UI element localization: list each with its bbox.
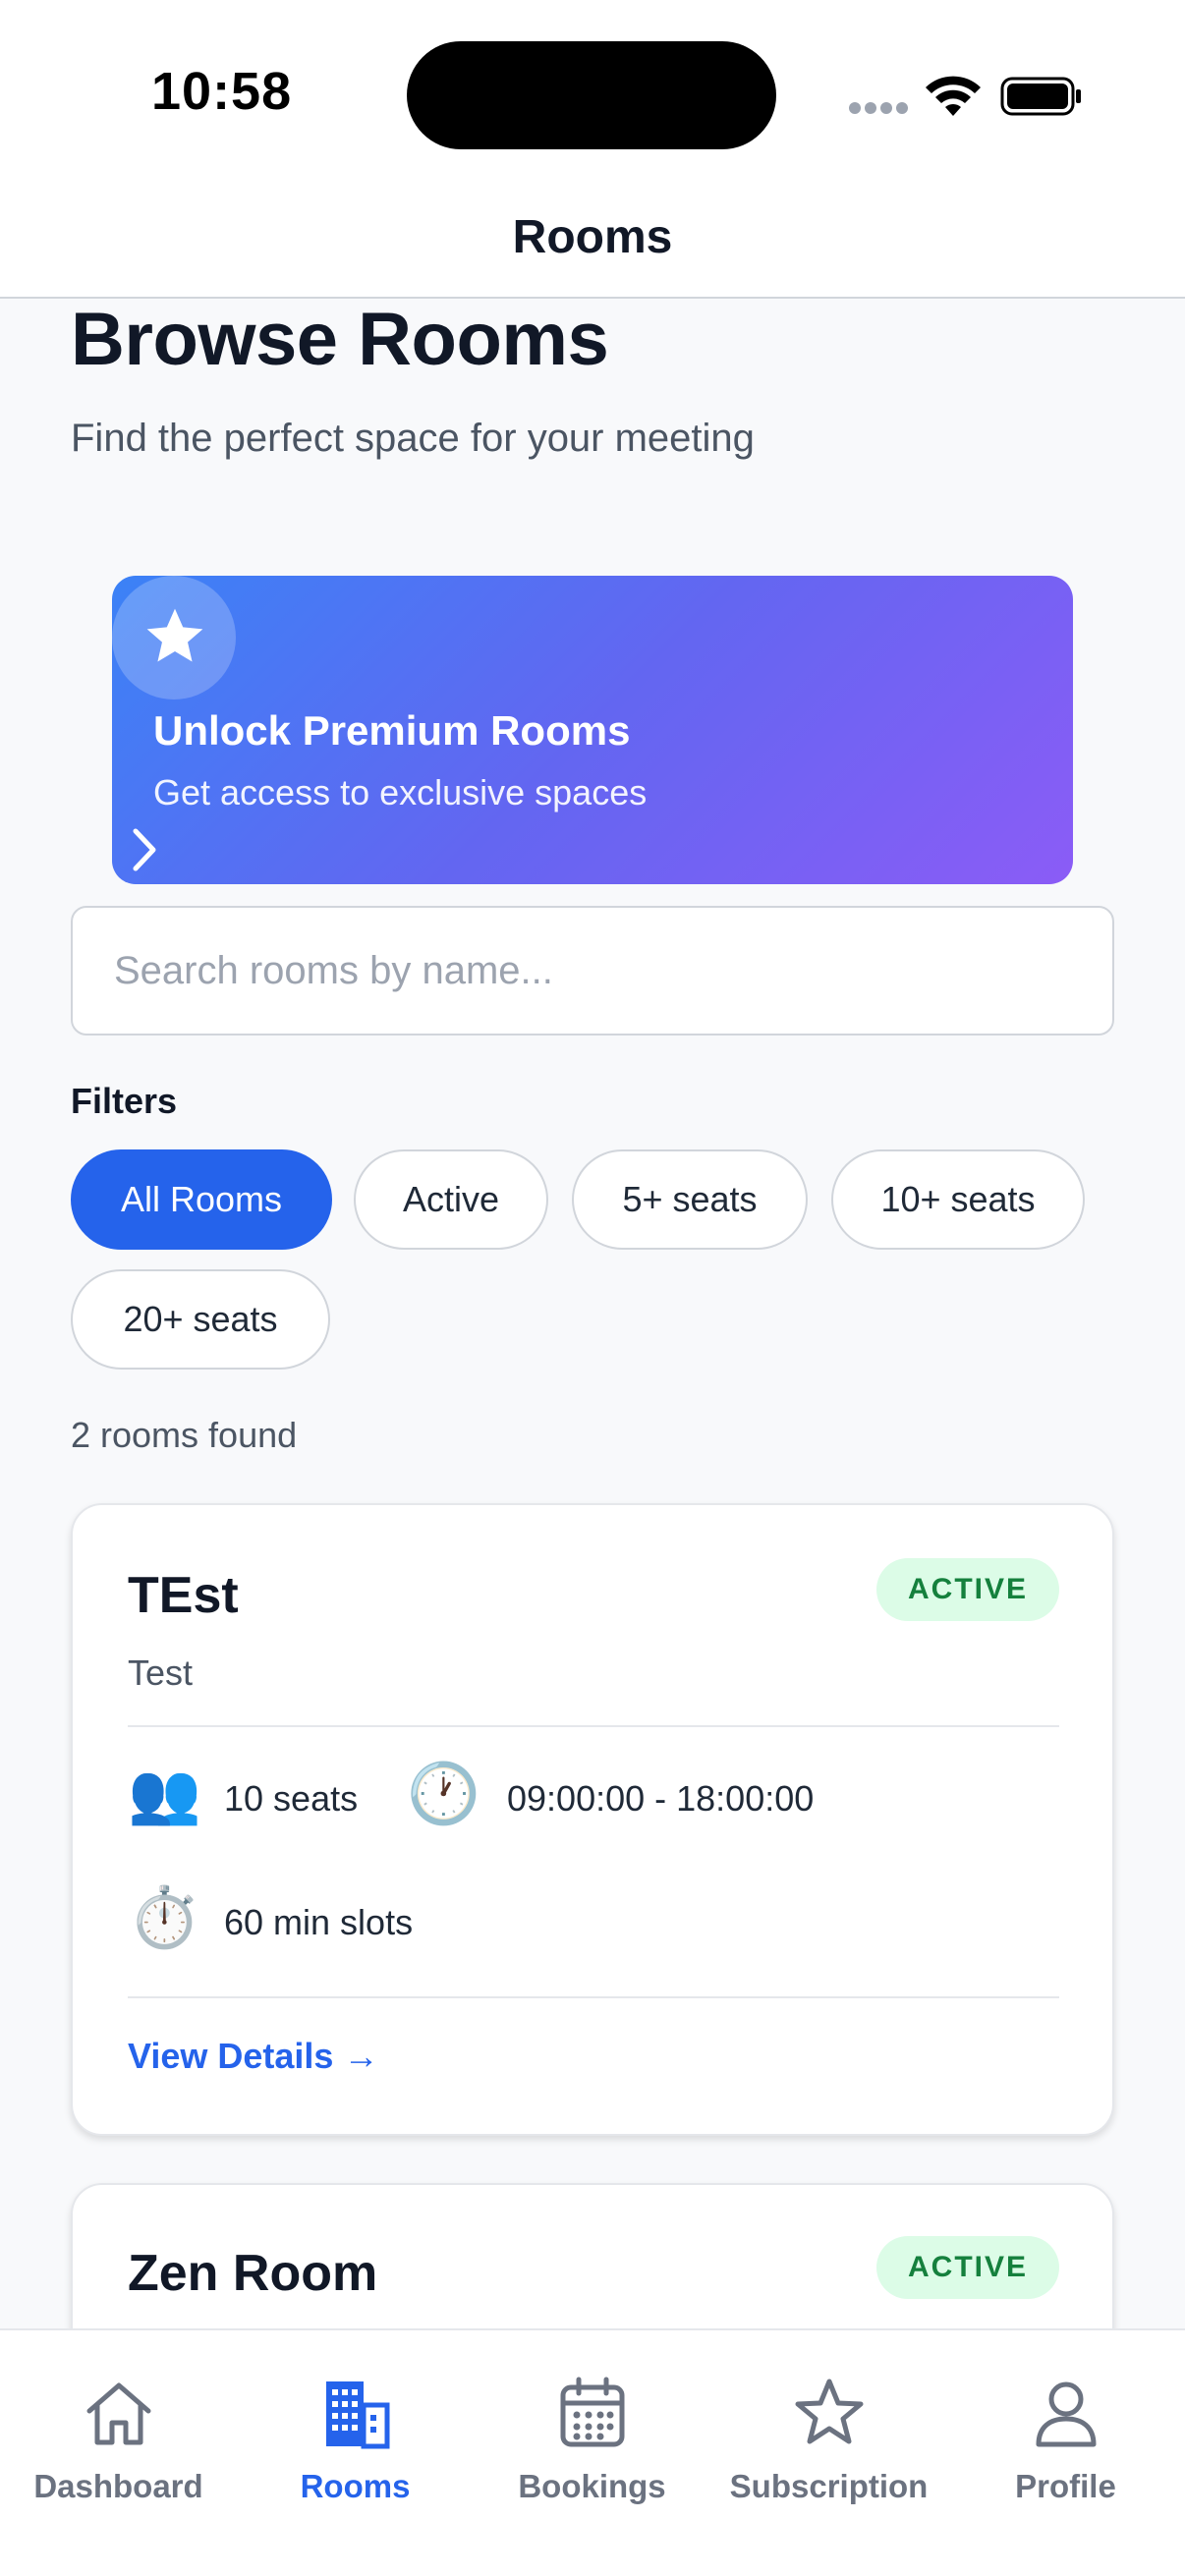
view-details-link[interactable]: View Details →: [128, 2036, 378, 2077]
filter-chip-all-rooms[interactable]: All Rooms: [71, 1149, 332, 1250]
tab-rooms[interactable]: Rooms: [237, 2330, 474, 2527]
filters-label: Filters: [71, 1081, 178, 1121]
calendar-icon: [560, 2377, 624, 2447]
rooms-count: 2 rooms found: [71, 1415, 298, 1455]
filter-chip-10-seats[interactable]: 10+ seats: [831, 1149, 1085, 1250]
clock-icon: 🕐: [407, 1761, 480, 1826]
premium-title: Unlock Premium Rooms: [153, 707, 631, 754]
tab-label: Profile: [1015, 2468, 1116, 2504]
cellular-signal-icon: [849, 102, 908, 116]
person-icon: [1036, 2381, 1096, 2447]
status-bar: 10:58: [0, 0, 1185, 177]
navigation-bar: Rooms: [0, 177, 1185, 299]
status-badge: ACTIVE: [875, 1558, 1059, 1621]
divider: [128, 1996, 1059, 1998]
tab-dashboard[interactable]: Dashboard: [0, 2330, 237, 2527]
battery-icon: [1000, 77, 1081, 116]
search-input[interactable]: [71, 906, 1114, 1036]
room-seats: 10 seats: [224, 1778, 359, 1819]
tab-subscription[interactable]: Subscription: [710, 2330, 947, 2527]
tab-label: Subscription: [729, 2468, 929, 2504]
page-title: Browse Rooms: [71, 298, 609, 381]
room-name: TEst: [128, 1567, 239, 1624]
filter-chip-20-seats[interactable]: 20+ seats: [71, 1269, 330, 1370]
stopwatch-icon: ⏱️: [128, 1884, 201, 1950]
tab-bookings[interactable]: Bookings: [474, 2330, 710, 2527]
house-icon: [86, 2382, 150, 2445]
nav-title: Rooms: [512, 211, 673, 263]
room-slots: 60 min slots: [224, 1902, 414, 1942]
premium-banner[interactable]: Unlock Premium Rooms Get access to exclu…: [112, 576, 1073, 884]
filter-chip-5-seats[interactable]: 5+ seats: [572, 1149, 808, 1250]
room-description: Test: [128, 1652, 194, 1693]
status-time: 10:58: [151, 62, 293, 121]
room-name: Zen Room: [128, 2245, 378, 2302]
tab-label: Rooms: [300, 2468, 411, 2504]
star-badge: [112, 576, 236, 700]
page-subtitle: Find the perfect space for your meeting: [71, 417, 755, 460]
building-icon: [325, 2381, 389, 2449]
star-icon: [146, 608, 203, 662]
status-badge: ACTIVE: [875, 2236, 1059, 2299]
people-icon: 👥: [128, 1761, 201, 1826]
divider: [128, 1725, 1059, 1727]
room-card[interactable]: TEst ACTIVE Test 👥 10 seats 🕐 09:00:00 -…: [71, 1503, 1114, 2136]
dynamic-island: [407, 41, 776, 149]
tab-label: Bookings: [518, 2468, 666, 2504]
wifi-icon: [926, 76, 981, 116]
room-hours: 09:00:00 - 18:00:00: [507, 1778, 815, 1819]
tab-label: Dashboard: [33, 2468, 203, 2504]
tab-profile[interactable]: Profile: [947, 2330, 1184, 2527]
filter-chip-active[interactable]: Active: [354, 1149, 548, 1250]
chevron-right-icon: [133, 828, 156, 871]
premium-subtitle: Get access to exclusive spaces: [153, 772, 648, 812]
tab-bar: Dashboard Rooms Bookings Subscription Pr…: [0, 2328, 1185, 2576]
star-icon: [795, 2379, 863, 2444]
